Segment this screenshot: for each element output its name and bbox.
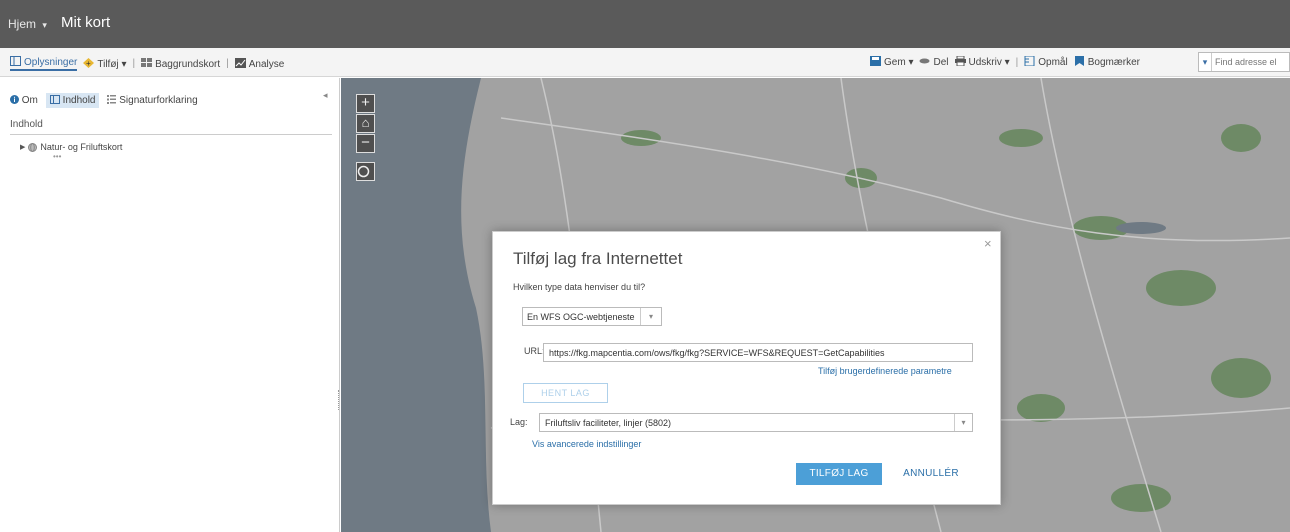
toolbar-right: Gem ▾ Del Udskriv ▾ | Opmål Bogmærker [870, 56, 1140, 68]
advanced-settings-link[interactable]: Vis avancerede indstillinger [532, 439, 641, 449]
chevron-down-icon[interactable]: ▾ [42, 20, 47, 30]
basemap-icon [141, 57, 153, 67]
toolbar-left: Oplysninger + Tilføj ▾ | Baggrundskort | … [10, 56, 284, 71]
panel-resize-handle[interactable] [338, 390, 340, 410]
home-menu[interactable]: Hjem ▾ [8, 17, 47, 31]
print-label: Udskriv [968, 57, 1002, 68]
layer-select[interactable]: Friluftsliv faciliteter, linjer (5802) ▾ [539, 413, 973, 432]
dialog-title: Tilføj lag fra Internettet [513, 249, 683, 268]
details-button[interactable]: Oplysninger [10, 56, 78, 71]
details-icon [10, 56, 21, 66]
map-title: Mit kort [61, 14, 111, 31]
bookmark-icon [1074, 56, 1084, 66]
details-label: Oplysninger [24, 57, 78, 68]
chevron-down-icon: ▾ [640, 308, 661, 325]
collapse-panel-icon[interactable]: ◂ [323, 90, 328, 101]
svg-text:+: + [86, 59, 91, 68]
content-heading: Indhold [10, 119, 43, 130]
tab-content[interactable]: Indhold [45, 93, 100, 108]
close-icon[interactable]: × [984, 236, 992, 251]
add-layer-dialog: × Tilføj lag fra Internettet Hvilken typ… [492, 231, 1001, 505]
expand-caret-icon[interactable]: ▶ [20, 143, 25, 151]
divider [10, 134, 332, 135]
custom-parameters-link[interactable]: Tilføj brugerdefinerede parametre [818, 366, 952, 376]
url-input[interactable] [543, 343, 973, 362]
cancel-button[interactable]: ANNULLÉR [895, 463, 967, 485]
bookmarks-button[interactable]: Bogmærker [1074, 56, 1140, 68]
side-panel: Om Indhold Signaturforklaring ◂ Indhold … [0, 78, 340, 532]
separator: | [132, 58, 136, 69]
search-input[interactable] [1212, 54, 1288, 70]
layer-globe-icon [28, 142, 38, 152]
add-layer-button[interactable]: TILFØJ LAG [796, 463, 882, 485]
data-type-question: Hvilken type data henviser du til? [513, 282, 646, 292]
save-icon [870, 56, 881, 66]
home-label[interactable]: Hjem [8, 17, 36, 31]
tab-legend-label: Signaturforklaring [119, 95, 198, 106]
info-icon [10, 95, 19, 104]
search-source-dropdown[interactable]: ▾ [1199, 53, 1212, 71]
print-icon [954, 56, 966, 66]
basemap-button[interactable]: Baggrundskort [141, 57, 221, 70]
measure-button[interactable]: Opmål [1024, 56, 1068, 68]
tab-content-label: Indhold [62, 95, 96, 106]
measure-label: Opmål [1038, 57, 1068, 68]
add-layer-icon: + [83, 57, 95, 68]
share-icon [919, 58, 930, 64]
separator: | [226, 58, 229, 69]
tab-about[interactable]: Om [10, 95, 38, 106]
locate-icon [357, 165, 370, 178]
legend-icon [107, 95, 117, 104]
chevron-down-icon: ▾ [908, 57, 914, 68]
data-type-value: En WFS OGC-webtjeneste [527, 311, 635, 322]
layer-name[interactable]: Natur- og Friluftskort [40, 142, 122, 152]
zoom-out-button[interactable]: − [356, 134, 375, 153]
top-header: Hjem ▾ Mit kort [0, 0, 1290, 48]
layer-label: Lag: [510, 417, 528, 427]
url-label: URL: [524, 346, 545, 356]
separator: | [1015, 56, 1019, 68]
tab-legend[interactable]: Signaturforklaring [107, 95, 198, 106]
layer-options-icon[interactable]: ••• [53, 152, 61, 161]
chevron-down-icon: ▾ [954, 414, 972, 431]
analysis-label: Analyse [248, 58, 285, 70]
print-button[interactable]: Udskriv ▾ [954, 56, 1010, 68]
share-label: Del [933, 57, 949, 68]
analysis-icon [234, 57, 246, 68]
save-button[interactable]: Gem ▾ [870, 56, 913, 68]
add-label: Tilføj [97, 58, 119, 70]
analysis-button[interactable]: Analyse [234, 57, 285, 70]
chevron-down-icon: ▾ [1004, 57, 1010, 68]
address-search[interactable]: ▾ [1198, 52, 1290, 72]
chevron-down-icon: ▾ [121, 58, 127, 70]
content-icon [49, 95, 60, 104]
home-extent-button[interactable]: ⌂ [356, 114, 375, 133]
share-button[interactable]: Del [919, 56, 949, 68]
basemap-label: Baggrundskort [155, 58, 221, 70]
toolbar: Oplysninger + Tilføj ▾ | Baggrundskort | … [0, 48, 1290, 77]
add-button[interactable]: + Tilføj ▾ [83, 57, 127, 70]
bookmarks-label: Bogmærker [1087, 57, 1140, 68]
measure-icon [1024, 56, 1035, 66]
locate-button[interactable] [356, 162, 375, 181]
lake [1116, 222, 1166, 234]
tab-about-label: Om [21, 95, 38, 106]
layer-select-value: Friluftsliv faciliteter, linjer (5802) [545, 417, 672, 428]
save-label: Gem [884, 57, 906, 68]
layer-item[interactable]: ▶ Natur- og Friluftskort [20, 142, 122, 152]
side-panel-tabs: Om Indhold Signaturforklaring [10, 93, 198, 108]
data-type-select[interactable]: En WFS OGC-webtjeneste ▾ [522, 307, 662, 326]
zoom-in-button[interactable]: + [356, 94, 375, 113]
fetch-layers-button[interactable]: HENT LAG [523, 383, 608, 403]
